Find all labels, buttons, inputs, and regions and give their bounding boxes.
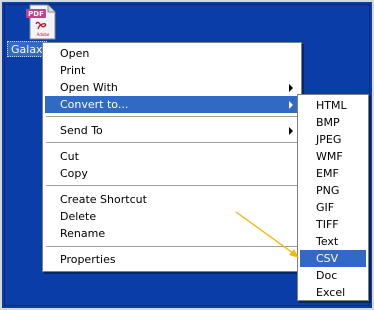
menu-item-copy[interactable]: Copy [45,165,299,182]
submenu-item-csv[interactable]: CSV [300,250,366,267]
submenu-item-text[interactable]: Text [300,233,366,250]
menu-item-label: Cut [60,150,79,163]
submenu-item-png[interactable]: PNG [300,182,366,199]
menu-item-open[interactable]: Open [45,45,299,62]
submenu-item-excel[interactable]: Excel [300,284,366,301]
menu-item-open-with[interactable]: Open With [45,79,299,96]
pdf-badge-text: PDF [28,10,44,18]
submenu-item-tiff[interactable]: TIFF [300,216,366,233]
menu-item-print[interactable]: Print [45,62,299,79]
submenu-item-emf[interactable]: EMF [300,165,366,182]
submenu-item-doc[interactable]: Doc [300,267,366,284]
chevron-right-icon [289,127,293,135]
desktop-icon-label[interactable]: Galaxy [7,41,47,57]
menu-separator [46,142,298,143]
menu-item-properties[interactable]: Properties [45,251,299,268]
menu-item-label: Create Shortcut [60,193,147,206]
context-menu: Open Print Open With Convert to... Send … [42,42,302,272]
convert-submenu: HTML BMP JPEG WMF EMF PNG GIF TIFF Text … [297,94,369,301]
submenu-item-html[interactable]: HTML [300,97,366,114]
chevron-right-icon [289,84,293,92]
menu-item-label: Properties [60,253,116,266]
submenu-item-wmf[interactable]: WMF [300,148,366,165]
chevron-right-icon [289,101,293,109]
menu-item-delete[interactable]: Delete [45,208,299,225]
submenu-item-bmp[interactable]: BMP [300,114,366,131]
menu-item-create-shortcut[interactable]: Create Shortcut [45,191,299,208]
menu-item-cut[interactable]: Cut [45,148,299,165]
menu-item-convert-to[interactable]: Convert to... [45,96,299,113]
menu-item-label: Print [60,64,86,77]
submenu-item-jpeg[interactable]: JPEG [300,131,366,148]
pdf-caption-text: Adobe [37,32,50,37]
menu-item-label: Delete [60,210,97,223]
menu-item-label: Convert to... [60,98,129,111]
menu-item-label: Rename [60,227,106,240]
menu-item-label: Copy [60,167,88,180]
menu-item-rename[interactable]: Rename [45,225,299,242]
menu-separator [46,116,298,117]
menu-separator [46,246,298,247]
menu-item-label: Open [60,47,90,60]
submenu-item-gif[interactable]: GIF [300,199,366,216]
menu-item-label: Open With [60,81,118,94]
menu-item-label: Send To [60,124,103,137]
menu-separator [46,185,298,186]
menu-item-send-to[interactable]: Send To [45,122,299,139]
pdf-file-icon[interactable]: PDF Adobe [26,4,56,40]
